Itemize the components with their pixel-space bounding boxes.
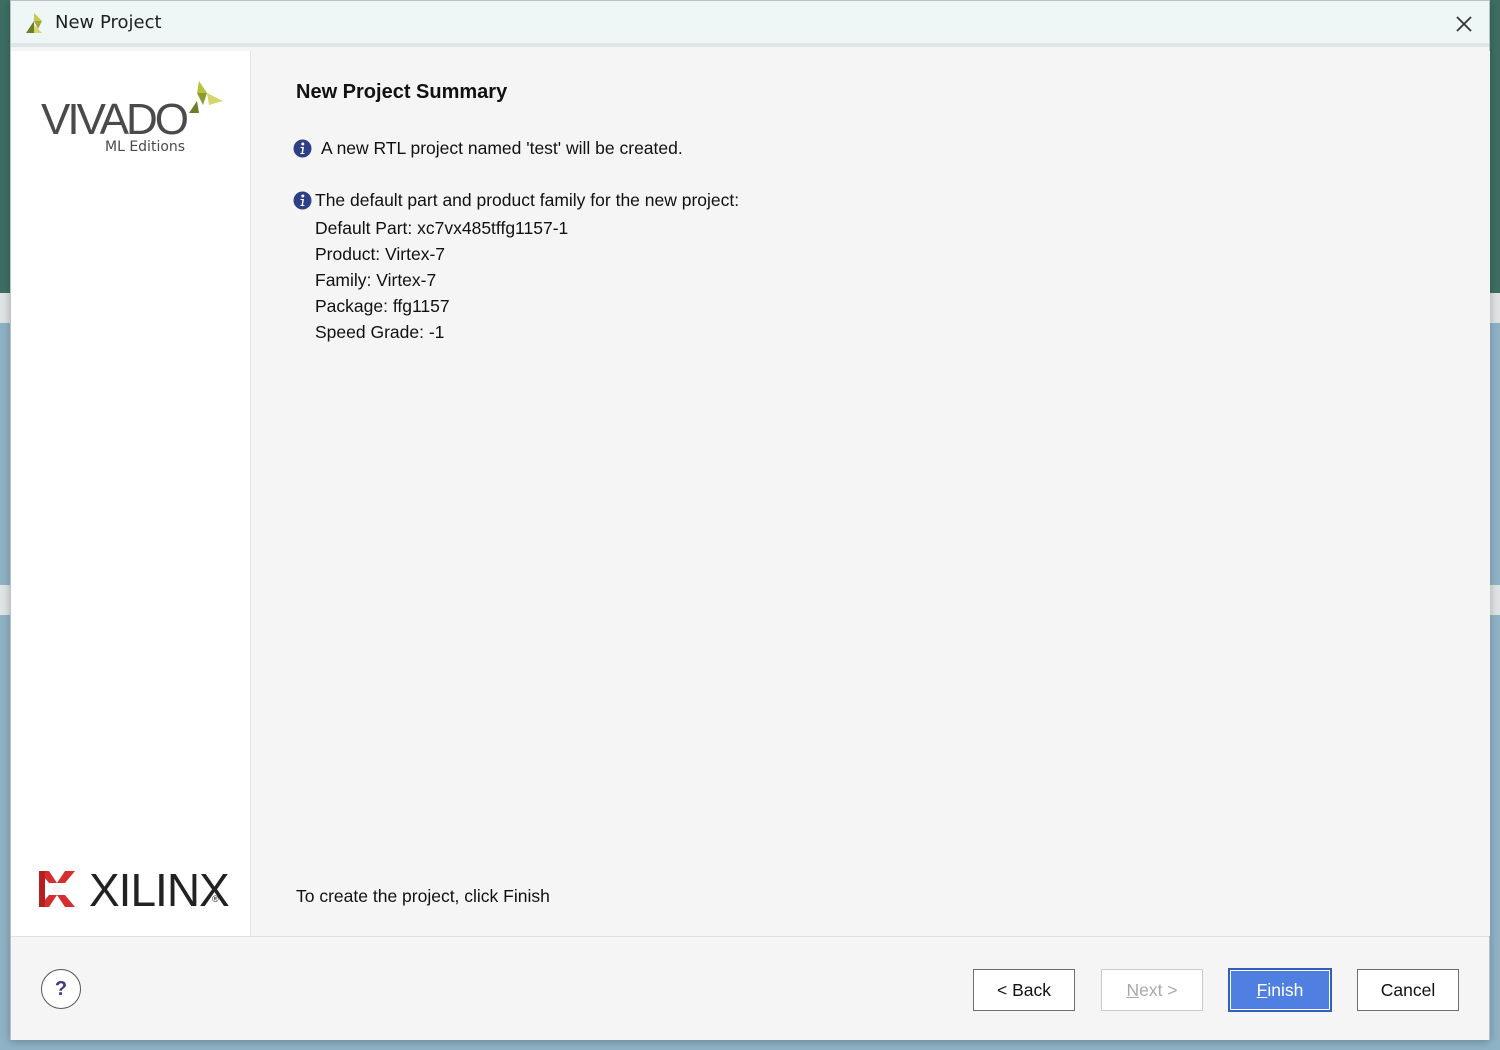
vivado-logo: VIVADO ML Editions — [39, 79, 224, 159]
xilinx-mark-icon — [39, 871, 75, 907]
vivado-mark-icon — [189, 81, 223, 113]
detail-family: Family: Virtex-7 — [315, 270, 437, 290]
registered-mark: ® — [212, 894, 219, 904]
next-label: ext > — [1139, 979, 1178, 1000]
info-text: A new RTL project named 'test' will be c… — [321, 138, 683, 158]
help-button[interactable]: ? — [41, 969, 81, 1009]
finish-hint: To create the project, click Finish — [296, 886, 550, 906]
finish-label: inish — [1267, 979, 1304, 1000]
detail-speed-grade: Speed Grade: -1 — [315, 322, 445, 342]
button-bar: ? < Back Next > Finish Cancel — [11, 936, 1489, 1040]
vivado-edition-label: ML Editions — [105, 139, 186, 155]
finish-mnemonic: F — [1256, 979, 1268, 1000]
xilinx-wordmark: XILINX — [89, 864, 230, 916]
info-icon — [293, 191, 312, 210]
info-icon — [293, 139, 312, 158]
vivado-wordmark: VIVADO — [41, 95, 189, 144]
finish-button[interactable]: Finish — [1228, 968, 1332, 1012]
info-message: A new RTL project named 'test' will be c… — [293, 138, 683, 161]
detail-product: Product: Virtex-7 — [315, 244, 446, 264]
window-title: New Project — [55, 12, 162, 33]
info-text: The default part and product family for … — [315, 190, 740, 210]
xilinx-logo: XILINX ® — [39, 863, 230, 916]
wizard-content: New Project Summary A new RTL project na… — [252, 51, 1490, 936]
title-bar: New Project — [11, 1, 1489, 47]
next-mnemonic: N — [1126, 979, 1140, 1000]
new-project-dialog: New Project VIVADO ML Editions XILINX ® … — [10, 0, 1490, 1040]
detail-package: Package: ffg1157 — [315, 296, 450, 316]
wizard-sidebar: VIVADO ML Editions XILINX ® — [11, 51, 251, 936]
vivado-app-icon — [26, 13, 42, 33]
cancel-button[interactable]: Cancel — [1357, 969, 1459, 1011]
info-message: The default part and product family for … — [293, 190, 739, 213]
part-details: Default Part: xc7vx485tffg1157-1 Product… — [315, 215, 568, 345]
page-title: New Project Summary — [296, 81, 508, 103]
detail-default-part: Default Part: xc7vx485tffg1157-1 — [315, 218, 569, 238]
back-button[interactable]: < Back — [973, 969, 1075, 1011]
next-button[interactable]: Next > — [1101, 969, 1203, 1011]
close-icon[interactable] — [1451, 11, 1477, 37]
